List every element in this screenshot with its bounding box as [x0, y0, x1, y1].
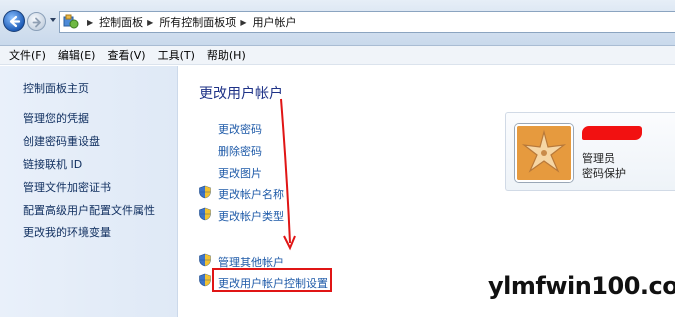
- sidebar-home-link[interactable]: 控制面板主页: [23, 80, 89, 96]
- user-avatar[interactable]: [515, 124, 573, 182]
- menu-view[interactable]: 查看(V): [101, 47, 151, 63]
- change-account-type-link[interactable]: 更改帐户类型: [218, 208, 284, 224]
- address-field[interactable]: ▶ 控制面板 ▶ 所有控制面板项 ▶ 用户帐户: [59, 11, 675, 33]
- breadcrumb-separator[interactable]: ▶: [147, 18, 153, 27]
- account-role: 管理员: [582, 152, 615, 165]
- breadcrumb-all-items[interactable]: 所有控制面板项: [159, 14, 236, 30]
- shield-icon: [199, 207, 211, 221]
- starfish-avatar-icon: [517, 126, 571, 180]
- forward-button[interactable]: [27, 12, 46, 31]
- redacted-username: [582, 126, 642, 140]
- change-password-link[interactable]: 更改密码: [218, 121, 262, 137]
- menu-bar: 文件(F) 编辑(E) 查看(V) 工具(T) 帮助(H): [0, 46, 675, 65]
- forward-arrow-icon: [32, 17, 41, 28]
- page-title: 更改用户帐户: [199, 86, 283, 102]
- back-arrow-icon: [9, 15, 21, 28]
- shield-icon: [199, 273, 211, 287]
- sidebar-item-link-online-id[interactable]: 链接联机 ID: [23, 156, 82, 172]
- change-account-name-link[interactable]: 更改帐户名称: [218, 186, 284, 202]
- sidebar-item-environment-variables[interactable]: 更改我的环境变量: [23, 224, 111, 240]
- sidebar-item-file-encryption-certs[interactable]: 管理文件加密证书: [23, 179, 111, 195]
- watermark-text: ylmfwin100.com: [488, 272, 675, 300]
- sidebar: 控制面板主页 管理您的凭据 创建密码重设盘 链接联机 ID 管理文件加密证书 配…: [0, 66, 178, 317]
- sidebar-item-manage-credentials[interactable]: 管理您的凭据: [23, 110, 89, 126]
- sidebar-item-password-reset-disk[interactable]: 创建密码重设盘: [23, 133, 100, 149]
- breadcrumb-separator[interactable]: ▶: [240, 18, 246, 27]
- breadcrumb-separator[interactable]: ▶: [87, 18, 93, 27]
- annotation-highlight-box: [212, 268, 332, 292]
- breadcrumb-user-accounts[interactable]: 用户帐户: [252, 14, 296, 30]
- control-panel-icon: [63, 14, 79, 29]
- account-password-status: 密码保护: [582, 167, 626, 180]
- menu-tools[interactable]: 工具(T): [152, 47, 201, 63]
- breadcrumb-control-panel[interactable]: 控制面板: [99, 14, 143, 30]
- address-bar: ▶ 控制面板 ▶ 所有控制面板项 ▶ 用户帐户: [0, 0, 675, 46]
- menu-file[interactable]: 文件(F): [3, 47, 52, 63]
- change-picture-link[interactable]: 更改图片: [218, 165, 262, 181]
- menu-help[interactable]: 帮助(H): [201, 47, 252, 63]
- shield-icon: [199, 253, 211, 267]
- remove-password-link[interactable]: 删除密码: [218, 143, 262, 159]
- menu-edit[interactable]: 编辑(E): [52, 47, 102, 63]
- sidebar-item-advanced-profile[interactable]: 配置高级用户配置文件属性: [23, 202, 155, 218]
- recent-pages-dropdown-icon[interactable]: [49, 16, 57, 24]
- shield-icon: [199, 185, 211, 199]
- back-button[interactable]: [3, 10, 25, 32]
